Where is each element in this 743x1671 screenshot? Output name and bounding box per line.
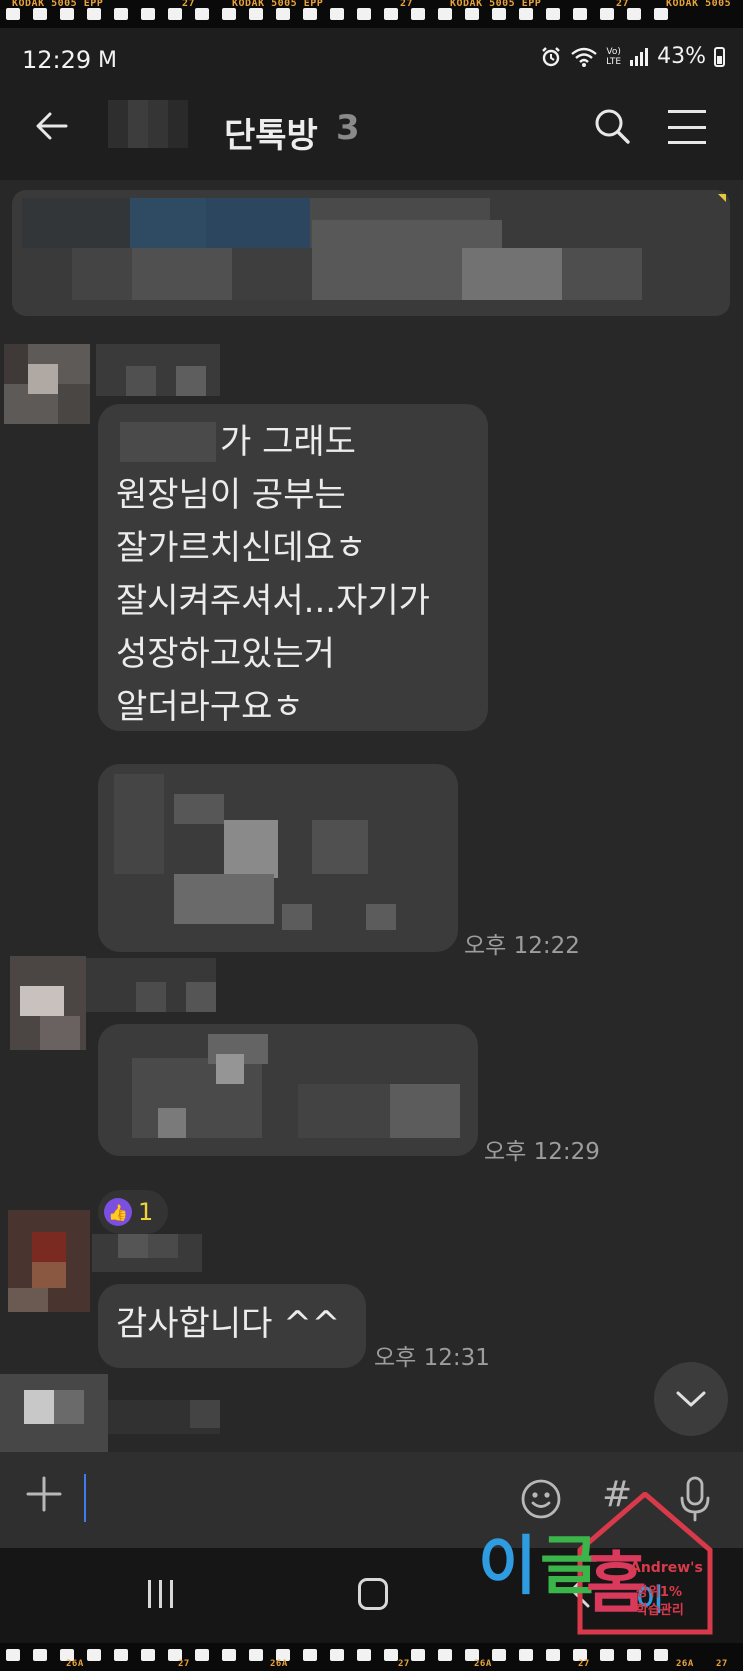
back-arrow-icon[interactable] xyxy=(34,108,74,148)
film-edge-text: 27 xyxy=(178,1659,190,1669)
group-avatar[interactable] xyxy=(108,100,188,148)
message-bubble-blurred[interactable] xyxy=(98,764,458,952)
watermark-logo: 이 글 홈 이 Andrew's 상위1% 학습관리 xyxy=(460,1490,743,1642)
watermark-graphic: 이 글 홈 이 Andrew's 상위1% 학습관리 xyxy=(478,1490,713,1635)
thumbs-up-icon: 👍 xyxy=(104,1198,132,1226)
film-perforations xyxy=(6,1649,743,1661)
plus-icon[interactable] xyxy=(24,1474,64,1514)
avatar[interactable] xyxy=(10,956,86,1050)
film-edge-text: 27 xyxy=(616,0,630,9)
chat-header: 단톡방 3 xyxy=(0,80,743,180)
film-edge-text: KODAK 5005 xyxy=(666,0,732,9)
blurred-content xyxy=(232,248,312,300)
film-edge-text: KODAK 5005 EPP xyxy=(12,0,104,9)
status-icons: Vo) LTE 43% xyxy=(540,44,725,69)
sender-name xyxy=(92,1234,202,1272)
film-edge-text: 26A xyxy=(474,1659,492,1669)
blurred-content xyxy=(22,198,132,248)
chat-title[interactable]: 단톡방 xyxy=(224,108,318,157)
alarm-icon xyxy=(542,46,560,66)
avatar[interactable] xyxy=(4,344,90,424)
message-text-line: 잘가르치신데요ㅎ xyxy=(116,528,367,568)
film-edge-text: 27 xyxy=(398,1659,410,1669)
film-edge-text: 27 xyxy=(716,1659,728,1669)
volte-indicator: Vo) LTE xyxy=(606,47,621,67)
volte-text: Vo) LTE xyxy=(606,46,622,67)
message-text-line: 감사합니다 ^^ xyxy=(116,1304,341,1344)
scroll-to-bottom-button[interactable] xyxy=(654,1362,728,1436)
blurred-content xyxy=(206,198,310,248)
message-bubble-blurred[interactable] xyxy=(98,1024,478,1156)
notice-corner-mark xyxy=(718,194,726,202)
film-perforations xyxy=(6,8,743,20)
mail-icon: M xyxy=(98,48,117,73)
home-icon[interactable] xyxy=(358,1578,388,1610)
reaction-badge[interactable]: 👍 1 xyxy=(98,1190,168,1234)
message-text-line: 원장님이 공부는 xyxy=(116,475,346,515)
message-text-line: 잘시켜주셔서...자기가 xyxy=(116,581,430,621)
film-edge-text: 26A xyxy=(66,1659,84,1669)
film-edge-text: 27 xyxy=(400,0,414,9)
message-input[interactable] xyxy=(84,1474,484,1522)
chevron-down-icon xyxy=(676,1391,706,1407)
battery-icon xyxy=(714,46,725,67)
svg-text:이: 이 xyxy=(478,1530,537,1604)
film-edge-text: 26A xyxy=(676,1659,694,1669)
message-text-line: 알더라구요ㅎ xyxy=(116,687,304,727)
search-icon[interactable] xyxy=(592,106,632,150)
film-edge-text: KODAK 5005 EPP xyxy=(450,0,542,9)
sender-name xyxy=(108,1400,220,1434)
message-time: 오후 12:29 xyxy=(484,1139,600,1165)
reaction-count: 1 xyxy=(138,1198,154,1226)
status-time: 12:29 xyxy=(22,46,92,74)
blurred-content xyxy=(132,248,232,300)
chat-screen: 12:29 M Vo) LTE 43% 단톡방 3 가 그래도 원장님이 공부는… xyxy=(0,28,743,1643)
wifi-icon xyxy=(571,47,597,67)
notice-banner[interactable] xyxy=(12,190,730,316)
avatar[interactable] xyxy=(0,1374,108,1452)
film-edge-text: 26A xyxy=(270,1659,288,1669)
signal-icon xyxy=(630,47,649,66)
recent-apps-icon[interactable] xyxy=(148,1580,173,1608)
film-edge-text: 27 xyxy=(578,1659,590,1669)
redacted-name xyxy=(120,422,216,462)
blurred-content xyxy=(462,248,562,300)
svg-text:학습관리: 학습관리 xyxy=(636,1602,684,1618)
text-caret xyxy=(84,1474,86,1522)
sender-name xyxy=(96,344,220,396)
message-bubble[interactable]: 감사합니다 ^^ xyxy=(98,1284,366,1368)
message-time: 오후 12:22 xyxy=(464,933,580,959)
avatar[interactable] xyxy=(8,1210,90,1312)
blurred-content xyxy=(562,248,642,300)
blurred-content xyxy=(72,248,132,300)
svg-text:Andrew's: Andrew's xyxy=(630,1560,703,1576)
battery-percent: 43% xyxy=(657,44,706,69)
svg-text:상위1%: 상위1% xyxy=(636,1585,682,1600)
member-count: 3 xyxy=(336,108,360,148)
film-edge-text: 27 xyxy=(182,0,196,9)
film-strip-bottom: 26A 27 26A 27 26A 27 26A 27 xyxy=(0,1643,743,1671)
blurred-content xyxy=(130,198,206,248)
film-edge-text: KODAK 5005 EPP xyxy=(232,0,324,9)
sender-name xyxy=(86,958,216,1012)
message-text-line: 성장하고있는거 xyxy=(116,634,335,674)
message-bubble[interactable]: 가 그래도 원장님이 공부는 잘가르치신데요ㅎ 잘시켜주셔서...자기가 성장하… xyxy=(98,404,488,731)
status-bar: 12:29 M Vo) LTE 43% xyxy=(0,28,743,80)
menu-icon[interactable] xyxy=(668,110,706,144)
message-time: 오후 12:31 xyxy=(374,1345,490,1371)
film-strip-top: KODAK 5005 EPP 27 KODAK 5005 EPP 27 KODA… xyxy=(0,0,743,28)
